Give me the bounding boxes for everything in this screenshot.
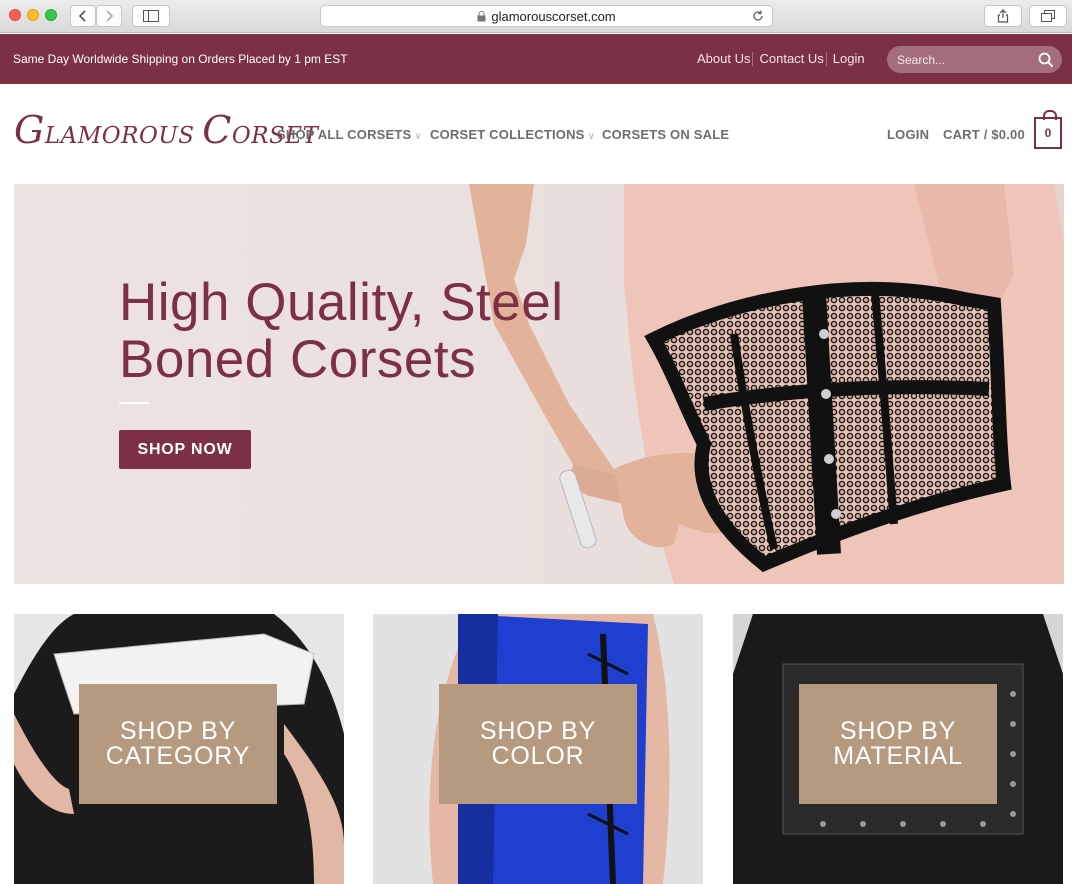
sidebar-toggle-button[interactable] xyxy=(132,5,170,27)
zoom-window-button[interactable] xyxy=(45,9,57,21)
share-button[interactable] xyxy=(984,5,1022,27)
top-login-link[interactable]: Login xyxy=(833,51,865,66)
chevron-down-icon: ∨ xyxy=(587,131,596,142)
browser-toolbar: glamorouscorset.com xyxy=(0,0,1072,33)
minimize-window-button[interactable] xyxy=(27,9,39,21)
url-text: glamorouscorset.com xyxy=(491,8,616,24)
site-header: GLAMOROUS CORSET SHOP ALL CORSETS ∨ CORSE… xyxy=(0,84,1072,184)
nav-corset-collections[interactable]: CORSET COLLECTIONS ∨ xyxy=(430,127,595,142)
divider xyxy=(752,52,754,66)
nav-corsets-on-sale[interactable]: CORSETS ON SALE xyxy=(602,127,729,142)
tile-shop-by-category[interactable]: SHOP BY CATEGORY xyxy=(14,614,344,884)
search-input[interactable] xyxy=(887,46,1037,73)
search-box xyxy=(887,46,1062,73)
sidebar-icon xyxy=(143,10,159,22)
tabs-overview-button[interactable] xyxy=(1029,5,1067,27)
back-button[interactable] xyxy=(70,5,96,27)
cart-count-badge[interactable]: 0 xyxy=(1034,110,1062,149)
search-icon[interactable] xyxy=(1038,52,1054,68)
reload-icon[interactable] xyxy=(751,9,765,23)
site-logo[interactable]: GLAMOROUS CORSET xyxy=(14,111,318,149)
tile-shop-by-material[interactable]: SHOP BY MATERIAL xyxy=(733,614,1063,884)
address-bar[interactable]: glamorouscorset.com xyxy=(320,5,773,27)
hero-title: High Quality, Steel Boned Corsets xyxy=(119,273,564,389)
top-bar: Same Day Worldwide Shipping on Orders Pl… xyxy=(0,34,1072,84)
lock-icon xyxy=(477,10,486,21)
forward-button[interactable] xyxy=(96,5,122,27)
hero-divider xyxy=(119,402,149,404)
top-links: About Us Contact Us Login xyxy=(697,51,865,66)
chevron-down-icon: ∨ xyxy=(414,131,422,142)
cart-link[interactable]: CART / $0.00 xyxy=(943,127,1025,142)
shop-by-material-box[interactable]: SHOP BY MATERIAL xyxy=(799,684,997,804)
shop-by-color-box[interactable]: SHOP BY COLOR xyxy=(439,684,637,804)
header-login-link[interactable]: LOGIN xyxy=(887,127,929,142)
shop-now-button[interactable]: SHOP NOW xyxy=(119,430,251,469)
tile-shop-by-color[interactable]: SHOP BY COLOR xyxy=(373,614,703,884)
shipping-notice: Same Day Worldwide Shipping on Orders Pl… xyxy=(13,52,348,66)
close-window-button[interactable] xyxy=(9,9,21,21)
hero-banner: High Quality, Steel Boned Corsets SHOP N… xyxy=(14,184,1064,584)
tabs-icon xyxy=(1041,10,1055,22)
shop-by-category-box[interactable]: SHOP BY CATEGORY xyxy=(79,684,277,804)
chevron-left-icon xyxy=(78,10,86,22)
nav-shop-all-corsets[interactable]: SHOP ALL CORSETS ∨ xyxy=(277,127,422,142)
share-icon xyxy=(997,9,1009,23)
about-us-link[interactable]: About Us xyxy=(697,51,750,66)
chevron-right-icon xyxy=(106,10,114,22)
contact-us-link[interactable]: Contact Us xyxy=(759,51,823,66)
divider xyxy=(825,52,827,66)
